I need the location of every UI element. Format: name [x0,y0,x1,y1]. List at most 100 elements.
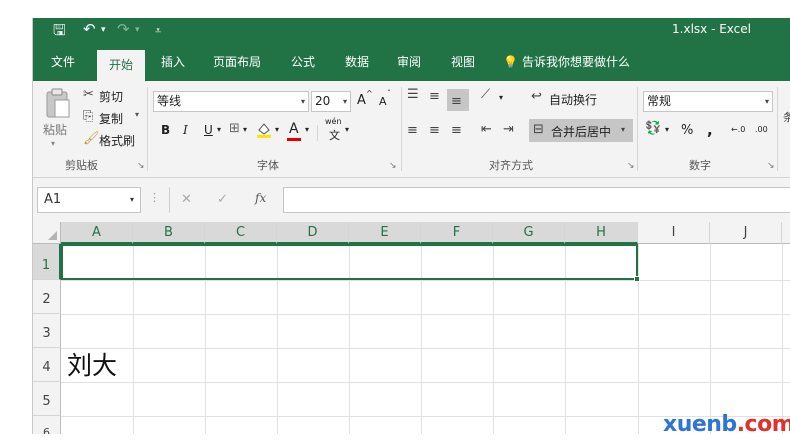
borders-dropdown-icon[interactable]: ▾ [243,125,247,134]
comma-style-button[interactable]: , [707,121,713,139]
insert-function-icon[interactable]: fx [255,191,266,205]
align-top-icon[interactable]: ☰ [407,87,419,102]
alignment-launcher-icon[interactable]: ↘ [627,161,635,171]
save-icon[interactable]: 🖫 [53,20,66,45]
name-box[interactable]: A1 ▾ [37,187,141,213]
column-header-partial[interactable] [782,222,790,244]
align-middle-icon[interactable]: ≡ [429,89,440,104]
row-header-3[interactable]: 3 [33,314,61,348]
row-header-1[interactable]: 1 [33,244,61,280]
font-size-select[interactable]: 20 ▾ [311,91,351,112]
tab-page-layout[interactable]: 页面布局 [207,44,267,81]
column-header-f[interactable]: F [421,222,493,244]
tab-home[interactable]: 开始 [97,50,145,81]
column-header-c[interactable]: C [205,222,277,244]
tab-review[interactable]: 审阅 [389,44,429,81]
align-left-icon[interactable]: ≡ [407,123,418,138]
font-color-dropdown-icon[interactable]: ▾ [305,125,309,134]
tab-view[interactable]: 视图 [443,44,483,81]
paste-dropdown-icon[interactable]: ▾ [51,139,55,148]
formula-input[interactable] [283,187,790,213]
column-header-d[interactable]: D [277,222,349,244]
row-header-6[interactable]: 6 [33,416,61,434]
phonetic-guide-button[interactable]: 文 [329,127,340,143]
font-name-select[interactable]: 等线 ▾ [153,91,309,112]
font-inner-divider [317,125,318,141]
clipboard-launcher-icon[interactable]: ↘ [137,161,145,171]
phonetic-dropdown-icon[interactable]: ▾ [345,125,349,134]
paste-button[interactable]: 粘贴 [43,121,67,138]
underline-button[interactable]: U [204,123,213,137]
chevron-down-icon: ▾ [342,97,347,106]
undo-dropdown-icon[interactable]: ▾ [101,25,106,35]
percent-style-button[interactable]: % [681,123,693,138]
merged-cell-selection[interactable] [61,244,638,280]
accounting-dropdown-icon[interactable]: ▾ [665,125,669,134]
column-header-b[interactable]: B [133,222,205,244]
underline-dropdown-icon[interactable]: ▾ [217,125,221,134]
fill-color-dropdown-icon[interactable]: ▾ [275,125,279,134]
column-header-a[interactable]: A [61,222,133,244]
merge-dropdown-icon[interactable]: ▾ [621,125,625,134]
copy-dropdown-icon[interactable]: ▾ [135,110,139,119]
wrap-text-button[interactable]: 自动换行 [549,91,597,108]
grid-line [710,244,711,434]
column-header-i[interactable]: I [638,222,710,244]
orientation-dropdown-icon[interactable]: ▾ [499,93,503,102]
ribbon-tabs: 文件 开始 插入 页面布局 公式 数据 审阅 视图 💡 告诉我你想要做什么 [33,44,790,81]
fill-handle[interactable] [634,276,640,282]
borders-icon[interactable]: ⊞ [229,121,240,136]
cell-a4[interactable]: 刘大 [67,346,117,382]
clipboard-group-label: 剪贴板 [65,159,98,172]
shrink-font-button[interactable]: A [379,95,387,108]
title-bar: 🖫 ↶ ▾ ↷ ▾ ⩡ 1.xlsx - Excel [33,18,790,44]
tab-data[interactable]: 数据 [337,44,377,81]
font-color-swatch [287,138,301,141]
column-header-h[interactable]: H [565,222,638,244]
font-color-button[interactable]: A [289,121,299,137]
grow-font-button[interactable]: A [357,93,366,108]
paste-icon[interactable] [43,87,73,119]
redo-icon[interactable]: ↷ [117,20,130,38]
align-bottom-button[interactable]: ≡ [447,89,469,111]
cut-button[interactable]: 剪切 [99,88,123,105]
column-header-e[interactable]: E [349,222,421,244]
italic-button[interactable]: I [183,123,188,137]
customize-toolbar-icon[interactable]: ⩡ [155,24,161,38]
number-format-select[interactable]: 常规 ▾ [643,91,773,112]
row-header-4[interactable]: 4 [33,348,61,382]
worksheet-grid[interactable]: A B C D E F G H I J 1 2 3 4 5 6 刘大 [33,222,790,434]
name-box-value: A1 [44,192,62,207]
orientation-icon[interactable]: ⟋ [481,87,490,102]
copy-button[interactable]: 复制 [99,110,123,127]
tab-insert[interactable]: 插入 [153,44,193,81]
accounting-format-icon[interactable]: 💱 [645,121,661,136]
format-painter-button[interactable]: 格式刷 [99,132,135,149]
tell-me-box[interactable]: 💡 告诉我你想要做什么 [503,44,630,81]
column-header-j[interactable]: J [710,222,782,244]
number-launcher-icon[interactable]: ↘ [767,161,775,171]
merge-center-button[interactable]: ⊟ 合并后居中 ▾ [529,119,633,142]
align-right-icon[interactable]: ≡ [451,123,462,138]
decrease-indent-icon[interactable]: ⇤ [481,122,492,137]
row-header-5[interactable]: 5 [33,382,61,416]
enter-icon[interactable]: ✓ [217,192,228,207]
grid-line [61,280,790,281]
increase-decimal-button[interactable]: ←.0 [731,125,745,134]
cancel-icon[interactable]: ✕ [181,192,192,207]
increase-indent-icon[interactable]: ⇥ [503,122,514,137]
row-header-2[interactable]: 2 [33,280,61,314]
decrease-decimal-button[interactable]: .00 [755,125,768,134]
align-center-icon[interactable]: ≡ [429,123,440,138]
select-all-button[interactable] [33,222,61,244]
bold-button[interactable]: B [161,123,170,137]
tab-formulas[interactable]: 公式 [283,44,323,81]
fill-color-icon[interactable] [255,121,273,139]
merge-center-label: 合并后居中 [551,125,612,139]
column-header-g[interactable]: G [493,222,565,244]
redo-dropdown-icon[interactable]: ▾ [135,25,140,35]
undo-icon[interactable]: ↶ [83,20,96,38]
font-launcher-icon[interactable]: ↘ [389,161,397,171]
formula-bar: A1 ▾ ⋮ ✕ ✓ fx [33,178,790,222]
tab-file[interactable]: 文件 [43,44,83,81]
